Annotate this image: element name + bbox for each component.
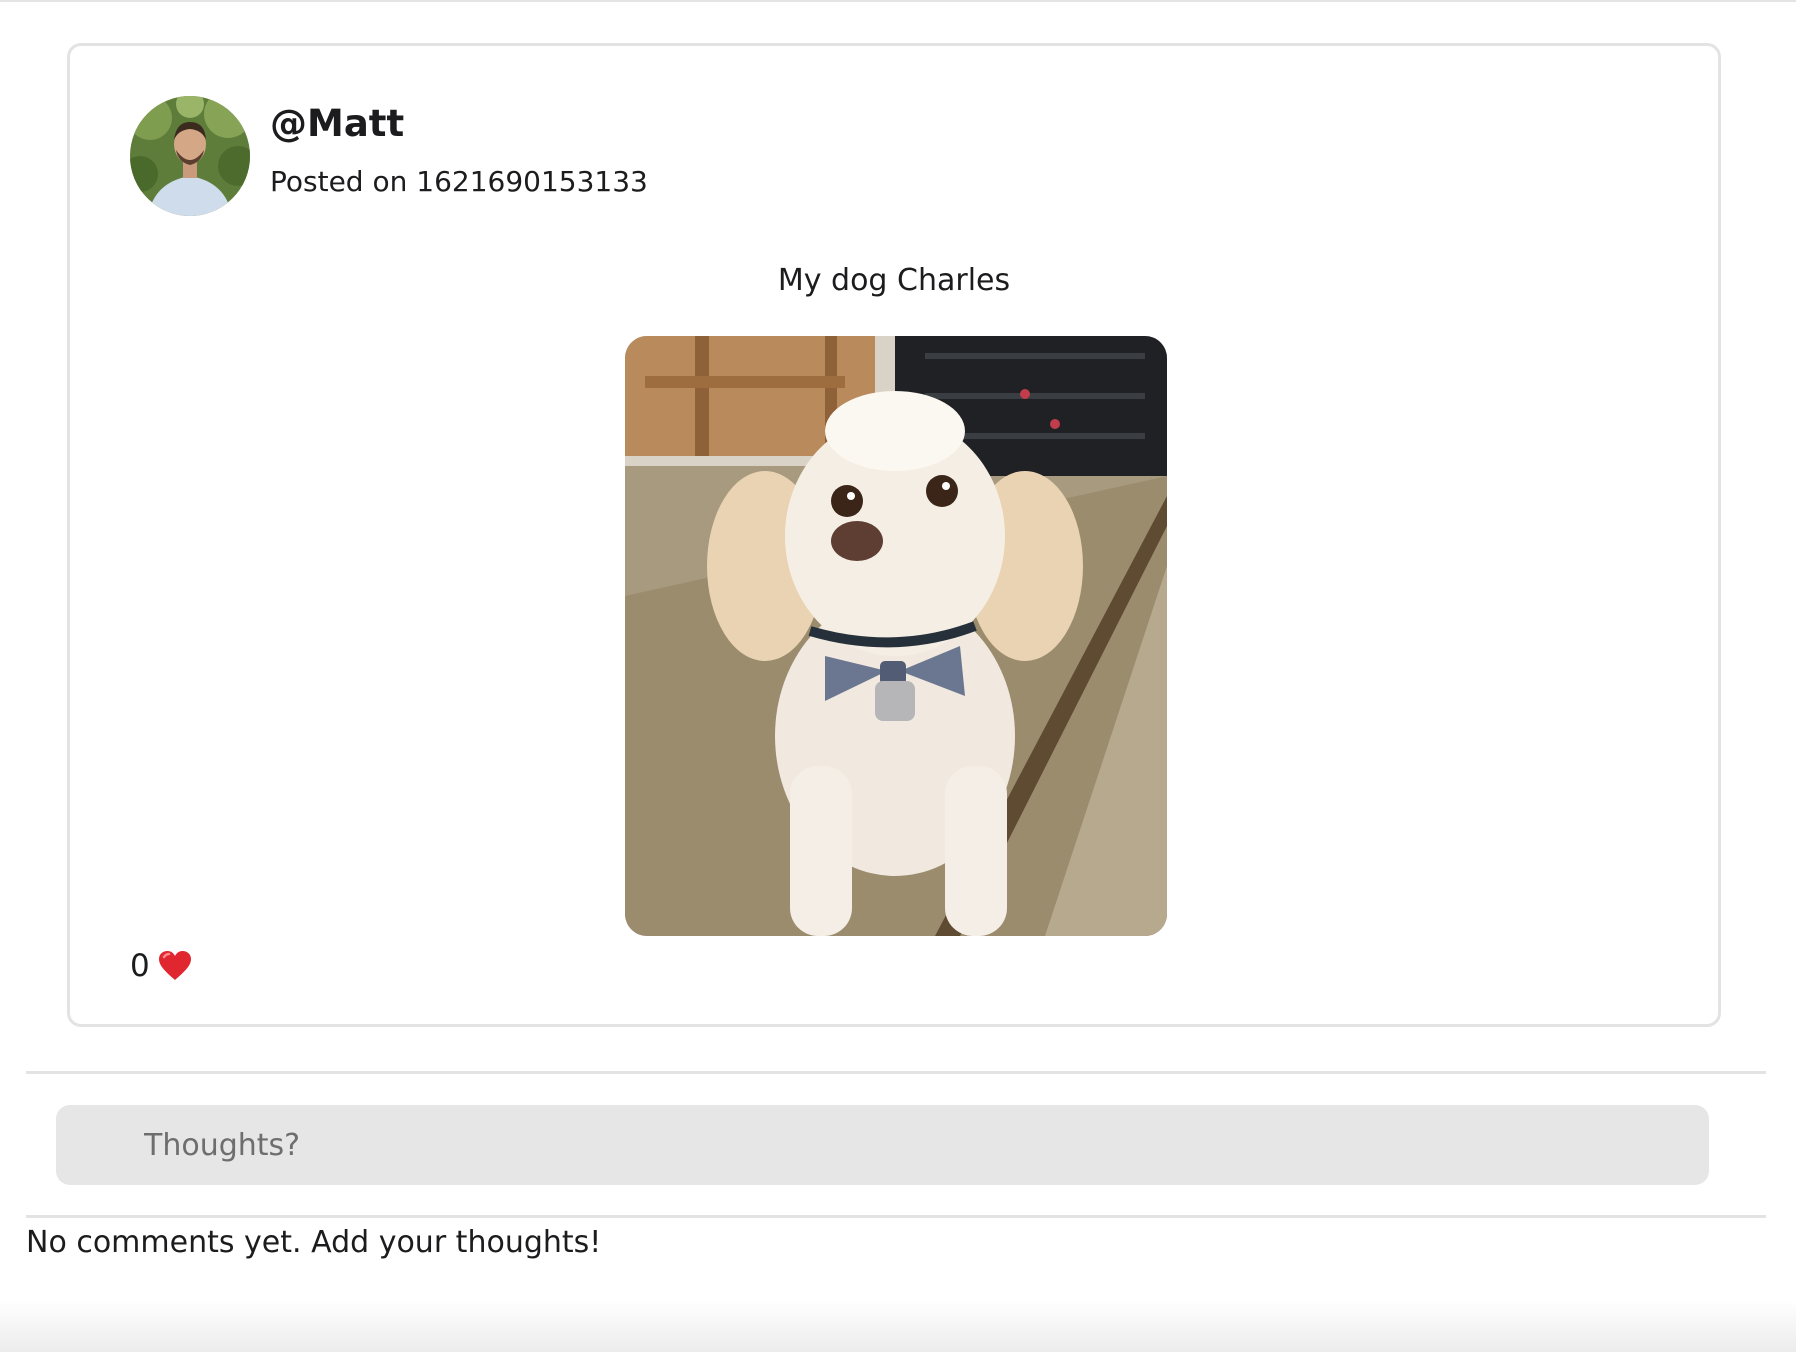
bottom-shadow [0,1300,1796,1352]
user-avatar[interactable] [130,96,250,216]
heart-icon [158,951,191,980]
avatar-photo-icon [130,96,250,216]
post-page: @Matt Posted on 1621690153133 My dog Cha… [0,0,1796,1352]
posted-value: 1621690153133 [416,165,648,198]
comment-input[interactable] [56,1105,1709,1185]
like-button[interactable]: 0 [130,944,192,988]
post-username[interactable]: @Matt [270,102,404,145]
post-card: @Matt Posted on 1621690153133 My dog Cha… [67,43,1721,1027]
comments-top-divider [26,1071,1766,1074]
top-divider [0,0,1796,2]
comments-bottom-divider [26,1215,1766,1218]
post-image[interactable] [625,336,1167,936]
post-timestamp: Posted on 1621690153133 [270,165,648,198]
empty-comments-message: No comments yet. Add your thoughts! [26,1225,602,1260]
likes-count: 0 [130,948,150,984]
posted-label: Posted on [270,165,408,198]
post-caption: My dog Charles [777,263,1011,298]
dog-photo-icon [625,336,1167,936]
